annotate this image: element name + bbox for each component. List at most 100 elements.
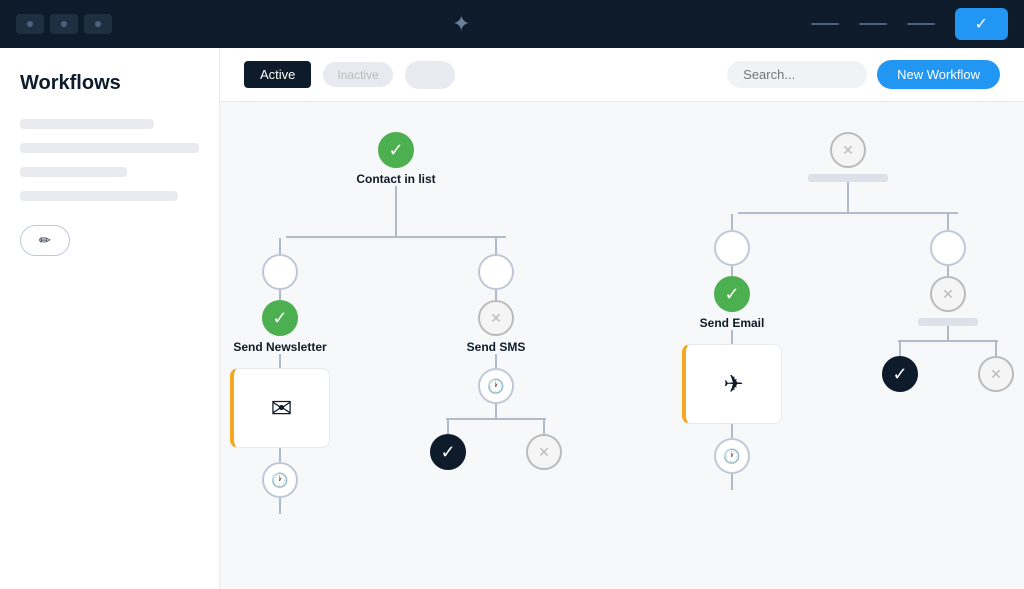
workflow-canvas[interactable]: ✓ Contact in list: [220, 102, 1024, 589]
vline-sms3: [495, 354, 497, 368]
topbar-left-controls: [16, 14, 112, 34]
em-clock-circle[interactable]: 🕐: [714, 438, 750, 474]
confirm-icon: ✓: [975, 14, 988, 34]
sub-branches-left: ✓ Send Newsletter ✉ 🕐: [230, 238, 562, 514]
search-input[interactable]: [727, 61, 867, 88]
topbar-line-2: [859, 23, 887, 25]
unk-icon[interactable]: ✕: [930, 276, 966, 312]
send-newsletter-icon[interactable]: ✓: [262, 300, 298, 336]
newsletter-card-icon: ✉: [271, 393, 293, 424]
vline-sms: [495, 238, 497, 254]
vline-nl: [279, 238, 281, 254]
topbar-right: ✓: [811, 8, 1008, 40]
vline-ux: [995, 342, 997, 356]
vline-em4: [731, 424, 733, 438]
sms-children: ✓ ✕: [430, 420, 562, 470]
topbar-dot-2[interactable]: [50, 14, 78, 34]
topbar-line-3: [907, 23, 935, 25]
sms-child-x: ✕: [526, 420, 562, 470]
sms-top-circle[interactable]: [478, 254, 514, 290]
unk-label-bar: [918, 318, 978, 326]
vline-em3: [731, 330, 733, 344]
unk-check-icon[interactable]: ✓: [882, 356, 918, 392]
unk-child-check: ✓: [882, 342, 918, 392]
send-sms-icon[interactable]: ✕: [478, 300, 514, 336]
topbar: ✦ ✓: [0, 0, 1024, 48]
send-sms-label: Send SMS: [467, 340, 526, 354]
hline-sms-l: [446, 418, 496, 420]
send-email-label: Send Email: [700, 316, 765, 330]
root-node-contact-in-list[interactable]: ✓ Contact in list: [356, 132, 435, 186]
vline-sms2: [495, 290, 497, 300]
sidebar-item-4[interactable]: [20, 191, 178, 201]
branch-newsletter: ✓ Send Newsletter ✉ 🕐: [230, 216, 562, 514]
edit-icon: ✏: [39, 232, 51, 249]
edit-button[interactable]: ✏: [20, 225, 70, 256]
sms-sub-split: [446, 418, 546, 420]
right-root-label-bar: [808, 174, 888, 182]
topbar-line-1: [811, 23, 839, 25]
vline-nl5: [279, 498, 281, 514]
vline-ucheck: [899, 342, 901, 356]
confirm-button[interactable]: ✓: [955, 8, 1008, 40]
sms-x-icon[interactable]: ✕: [526, 434, 562, 470]
tab-inactive[interactable]: Inactive: [323, 62, 392, 87]
vline-newsletter-top: [395, 216, 397, 236]
main-layout: Workflows ✏ Active Inactive Ne: [0, 48, 1024, 589]
contact-in-list-label: Contact in list: [356, 172, 435, 186]
sidebar-item-1[interactable]: [20, 119, 154, 129]
hline-sms-r: [496, 418, 546, 420]
new-workflow-button[interactable]: New Workflow: [877, 60, 1000, 89]
sms-child-check: ✓: [430, 420, 466, 470]
email-card[interactable]: ✈: [682, 344, 782, 424]
em-top-circle[interactable]: [714, 230, 750, 266]
right-sub-branches: ✓ Send Email ✈ 🕐: [682, 214, 1014, 490]
topbar-dot-1[interactable]: [16, 14, 44, 34]
contact-in-list-icon: ✓: [378, 132, 414, 168]
unk-top-circle[interactable]: [930, 230, 966, 266]
vline-unk: [947, 214, 949, 230]
nl-clock-circle[interactable]: 🕐: [262, 462, 298, 498]
vline-em: [731, 214, 733, 230]
unk-x-icon[interactable]: ✕: [978, 356, 1014, 392]
vline-em2: [731, 266, 733, 276]
vline-nl4: [279, 448, 281, 462]
right-workflow-tree: ✕: [682, 132, 1014, 514]
sidebar-item-3[interactable]: [20, 167, 127, 177]
vline-em5: [731, 474, 733, 490]
vline-unk3: [947, 326, 949, 340]
tab-active[interactable]: Active: [244, 61, 311, 88]
send-newsletter-label: Send Newsletter: [233, 340, 326, 354]
sidebar-title: Workflows: [20, 72, 199, 95]
subbranch-unknown: ✕ ✓: [882, 214, 1014, 490]
header-tabs: Active Inactive: [244, 61, 455, 89]
subbranch-sms: ✕ Send SMS 🕐: [430, 238, 562, 514]
vline-nl3: [279, 354, 281, 368]
newsletter-card[interactable]: ✉: [230, 368, 330, 448]
vline-sms4: [495, 404, 497, 418]
subbranch-newsletter: ✓ Send Newsletter ✉ 🕐: [230, 238, 330, 514]
right-root-node[interactable]: ✕: [808, 132, 888, 182]
vline-rroot: [847, 182, 849, 212]
sms-clock-circle[interactable]: 🕐: [478, 368, 514, 404]
sidebar-item-2[interactable]: [20, 143, 199, 153]
content-area: Active Inactive New Workflow: [220, 48, 1024, 589]
header-right: New Workflow: [727, 60, 1000, 89]
unk-children: ✓ ✕: [882, 342, 1014, 392]
sms-check-icon[interactable]: ✓: [430, 434, 466, 470]
topbar-dot-3[interactable]: [84, 14, 112, 34]
branch-split-left: ✓ Send Newsletter ✉ 🕐: [230, 216, 562, 514]
vline-unk2: [947, 266, 949, 276]
content-header: Active Inactive New Workflow: [220, 48, 1024, 102]
send-email-icon[interactable]: ✓: [714, 276, 750, 312]
right-root-icon: ✕: [830, 132, 866, 168]
left-workflow-tree: ✓ Contact in list: [230, 132, 562, 514]
topbar-logo: ✦: [452, 11, 470, 37]
tab-draft[interactable]: [405, 61, 455, 89]
email-card-icon: ✈: [723, 370, 743, 399]
vline-root: [395, 186, 397, 216]
vline-sx: [543, 420, 545, 434]
nl-top-circle[interactable]: [262, 254, 298, 290]
unk-child-x: ✕: [978, 342, 1014, 392]
vline-nl2: [279, 290, 281, 300]
